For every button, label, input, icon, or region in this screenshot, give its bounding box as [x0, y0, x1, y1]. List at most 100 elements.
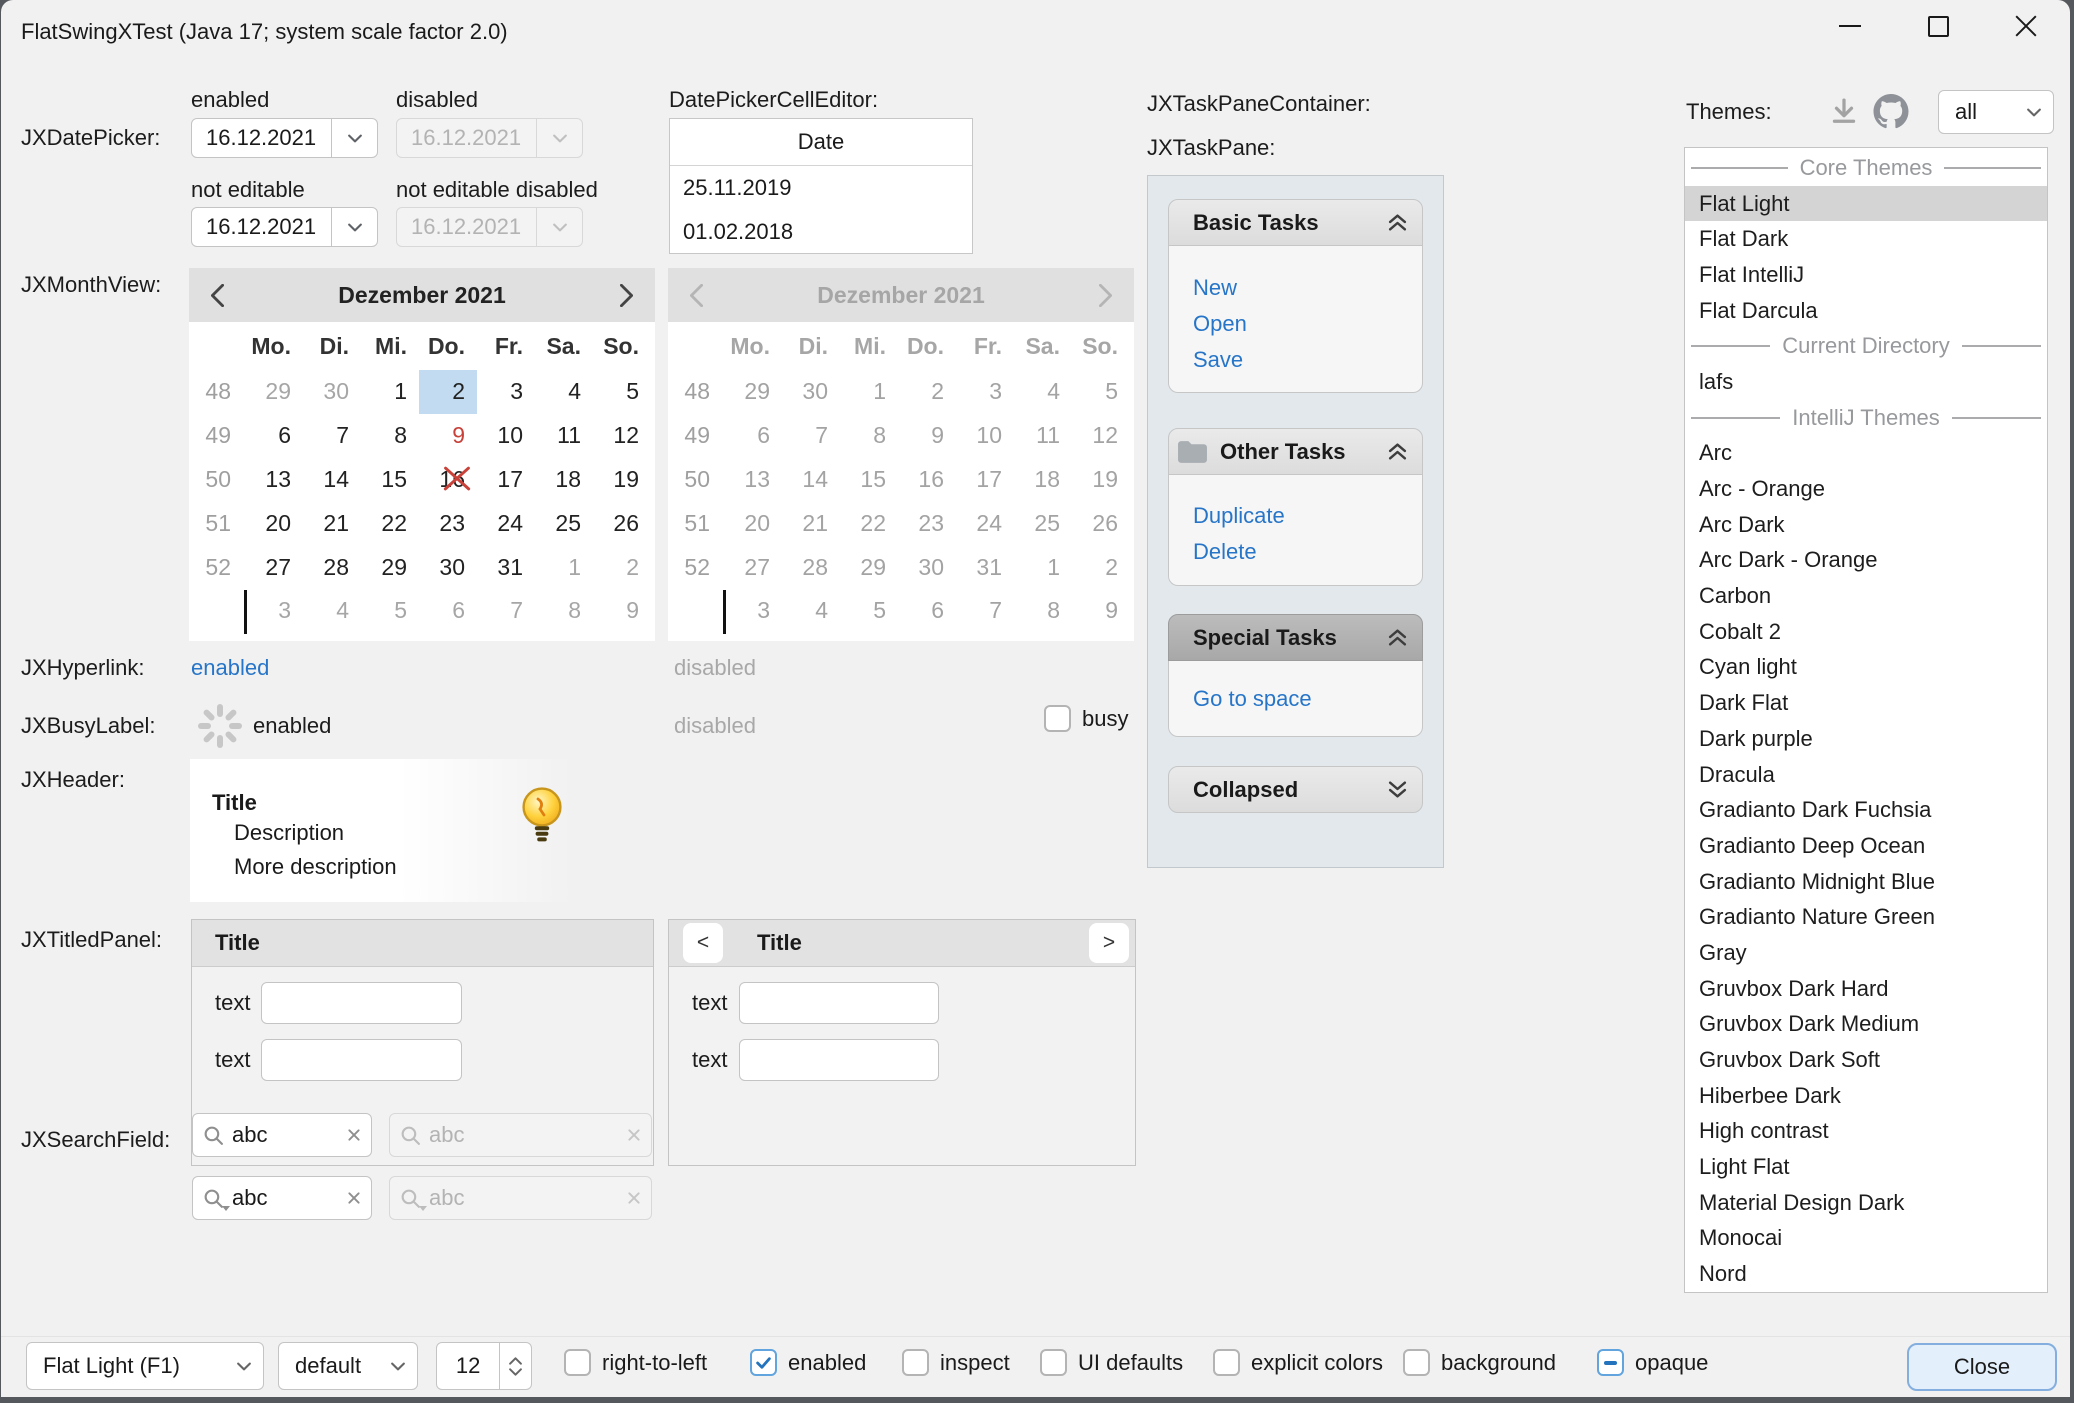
download-icon[interactable]	[1829, 96, 1859, 126]
calendar-day[interactable]: 15	[361, 458, 419, 502]
table-column-header[interactable]: Date	[670, 119, 972, 166]
datepicker-value[interactable]: 16.12.2021	[192, 214, 331, 240]
theme-list-item[interactable]: Cyan light	[1685, 650, 2047, 686]
text-input[interactable]	[739, 982, 939, 1024]
hyperlink-enabled[interactable]: enabled	[191, 654, 269, 682]
checkbox-box[interactable]	[1044, 705, 1071, 732]
calendar-day[interactable]: 9	[593, 589, 651, 633]
calendar-day[interactable]: 1	[535, 545, 593, 589]
table-row[interactable]: 01.02.2018	[670, 210, 972, 254]
calendar-day[interactable]: 29	[361, 545, 419, 589]
theme-list-item[interactable]: Gradianto Nature Green	[1685, 899, 2047, 935]
theme-list-item[interactable]: High contrast	[1685, 1114, 2047, 1150]
theme-list-item[interactable]: Light Flat	[1685, 1149, 2047, 1185]
theme-list-item[interactable]: Gradianto Dark Fuchsia	[1685, 792, 2047, 828]
calendar-day[interactable]: 23	[419, 501, 477, 545]
task-link[interactable]: New	[1193, 270, 1408, 306]
calendar-day[interactable]: 16	[419, 458, 477, 502]
calendar-day[interactable]: 10	[477, 414, 535, 458]
collapse-up-icon[interactable]	[1387, 629, 1408, 646]
checkbox-box[interactable]	[1040, 1349, 1067, 1376]
datepicker-enabled[interactable]: 16.12.2021	[191, 118, 378, 158]
calendar-day[interactable]: 5	[593, 370, 651, 414]
theme-list-item[interactable]: Gruvbox Dark Hard	[1685, 971, 2047, 1007]
calendar-day[interactable]: 19	[593, 458, 651, 502]
datepicker-value[interactable]: 16.12.2021	[192, 125, 331, 151]
task-link[interactable]: Open	[1193, 306, 1408, 342]
spinner-buttons[interactable]	[499, 1343, 531, 1389]
theme-list-item[interactable]: Nord	[1685, 1256, 2047, 1292]
checkbox-box[interactable]	[1597, 1349, 1624, 1376]
calendar-day[interactable]: 30	[419, 545, 477, 589]
calendar-day[interactable]: 9	[419, 414, 477, 458]
calendar-day[interactable]: 25	[535, 501, 593, 545]
calendar-day[interactable]: 12	[593, 414, 651, 458]
previous-month-icon[interactable]	[211, 284, 224, 307]
text-input[interactable]	[261, 982, 462, 1024]
laf-combo[interactable]: Flat Light (F1)	[26, 1342, 264, 1390]
theme-list-item[interactable]: Cobalt 2	[1685, 614, 2047, 650]
calendar-day[interactable]: 13	[245, 458, 303, 502]
taskpane-header[interactable]: Basic Tasks	[1168, 199, 1423, 246]
calendar-day[interactable]: 4	[303, 589, 361, 633]
theme-list-item[interactable]: Arc Dark	[1685, 507, 2047, 543]
calendar-day[interactable]: 6	[245, 414, 303, 458]
github-icon[interactable]	[1873, 94, 1909, 129]
calendar-day[interactable]: 2	[419, 370, 477, 414]
theme-list-item[interactable]: Dark Flat	[1685, 685, 2047, 721]
clear-icon[interactable]	[347, 1128, 361, 1142]
theme-list-item[interactable]: Gruvbox Dark Medium	[1685, 1007, 2047, 1043]
theme-list-item[interactable]: Gruvbox Dark Soft	[1685, 1042, 2047, 1078]
theme-list-item[interactable]: Gradianto Midnight Blue	[1685, 864, 2047, 900]
style-combo[interactable]: default	[278, 1342, 418, 1390]
theme-list-item[interactable]: Hiberbee Dark	[1685, 1078, 2047, 1114]
calendar-day[interactable]: 8	[535, 589, 593, 633]
maximize-button[interactable]	[1894, 0, 1982, 52]
theme-list-item[interactable]: Flat Dark	[1685, 221, 2047, 257]
theme-list-item[interactable]: Carbon	[1685, 578, 2047, 614]
calendar-day[interactable]: 11	[535, 414, 593, 458]
taskpane-header[interactable]: Collapsed	[1168, 766, 1423, 813]
calendar-day[interactable]: 3	[245, 589, 303, 633]
search-input[interactable]: abc	[232, 1122, 339, 1148]
task-link[interactable]: Go to space	[1193, 681, 1408, 717]
collapse-up-icon[interactable]	[1387, 443, 1408, 460]
calendar-day[interactable]: 21	[303, 501, 361, 545]
theme-list-item[interactable]: Gray	[1685, 935, 2047, 971]
themes-filter-combo[interactable]: all	[1938, 90, 2054, 134]
theme-list-item[interactable]: Flat Darcula	[1685, 293, 2047, 329]
search-input[interactable]: abc	[232, 1185, 339, 1211]
datepicker-dropdown-button[interactable]	[331, 208, 377, 246]
calendar-day[interactable]: 22	[361, 501, 419, 545]
calendar-day[interactable]: 7	[477, 589, 535, 633]
text-input[interactable]	[261, 1039, 462, 1081]
text-input[interactable]	[739, 1039, 939, 1081]
minimize-button[interactable]	[1806, 0, 1894, 52]
next-month-icon[interactable]	[620, 284, 633, 307]
calendar-day[interactable]: 31	[477, 545, 535, 589]
searchfield-enabled[interactable]: abc	[192, 1113, 372, 1157]
theme-list-item[interactable]: Arc Dark - Orange	[1685, 543, 2047, 579]
task-link[interactable]: Duplicate	[1193, 498, 1408, 534]
calendar-day[interactable]: 29	[245, 370, 303, 414]
theme-list-item[interactable]: Arc - Orange	[1685, 471, 2047, 507]
checkbox-box[interactable]	[564, 1349, 591, 1376]
title-bar[interactable]: FlatSwingXTest (Java 17; system scale fa…	[1, 0, 2070, 56]
checkbox-box[interactable]	[1403, 1349, 1430, 1376]
calendar-day[interactable]: 3	[477, 370, 535, 414]
task-link[interactable]: Delete	[1193, 534, 1408, 570]
close-window-button[interactable]	[1982, 0, 2070, 52]
checkbox-box[interactable]	[902, 1349, 929, 1376]
titledpanel-left-button[interactable]: <	[683, 923, 723, 963]
theme-list-item[interactable]: Gradianto Deep Ocean	[1685, 828, 2047, 864]
calendar-day[interactable]: 2	[593, 545, 651, 589]
datepicker-dropdown-button[interactable]	[331, 119, 377, 157]
taskpane-header[interactable]: Special Tasks	[1168, 614, 1423, 661]
theme-list-item[interactable]: Dark purple	[1685, 721, 2047, 757]
calendar-day[interactable]: 5	[361, 589, 419, 633]
theme-list-item[interactable]: lafs	[1685, 364, 2047, 400]
theme-list-item[interactable]: Dracula	[1685, 757, 2047, 793]
calendar-day[interactable]: 27	[245, 545, 303, 589]
font-size-spinner[interactable]: 12	[436, 1342, 532, 1390]
calendar-day[interactable]: 8	[361, 414, 419, 458]
